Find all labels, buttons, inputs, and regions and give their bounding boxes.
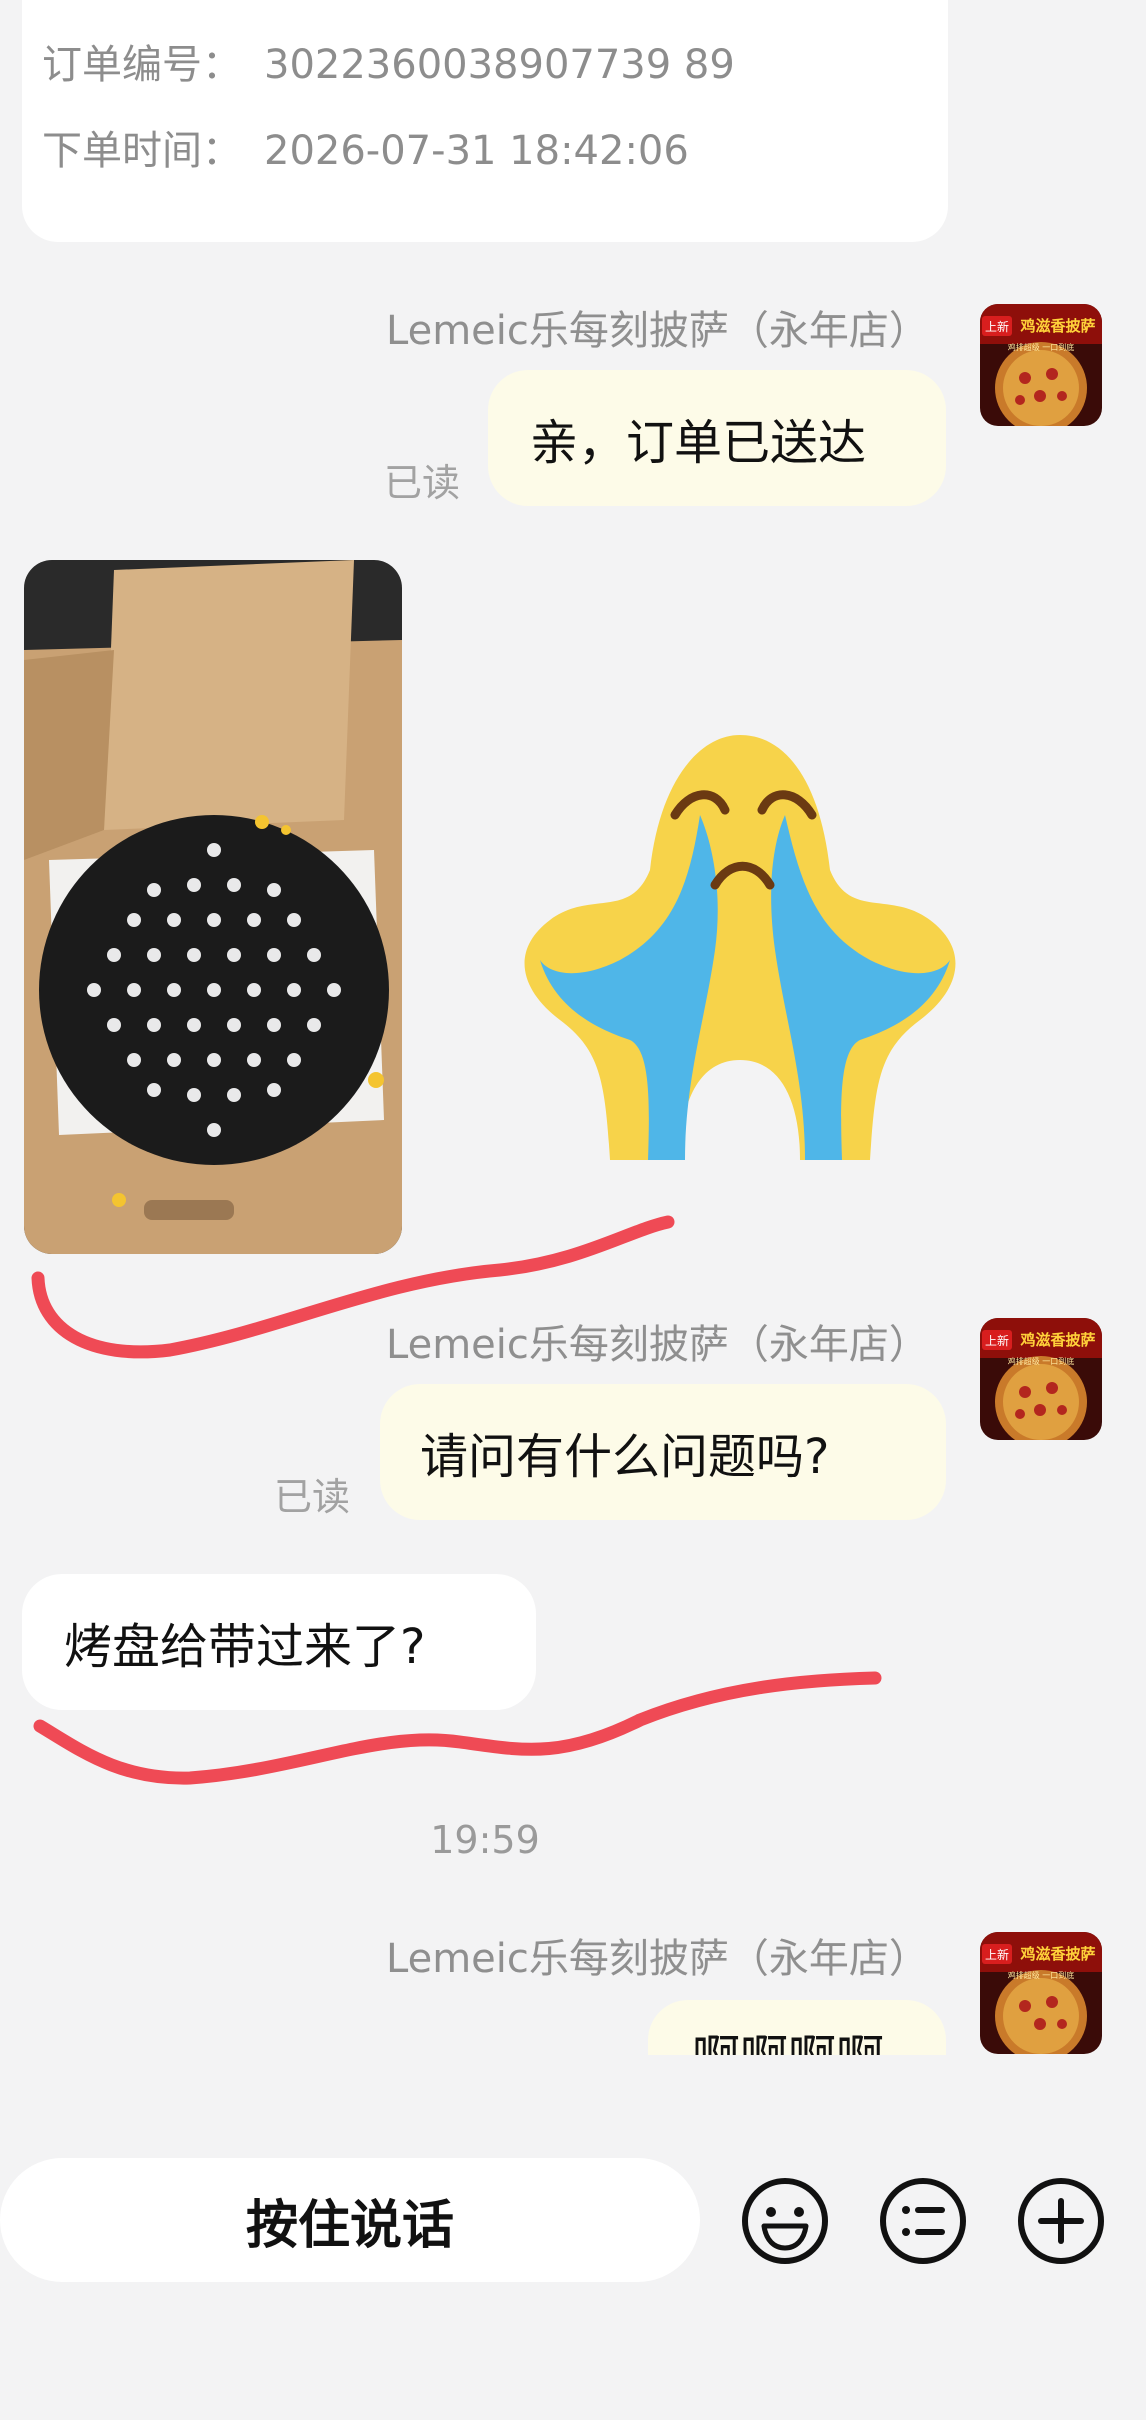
svg-text:鸡排超级 一口到底: 鸡排超级 一口到底 [1008, 1970, 1075, 1980]
time-divider: 19:59 [430, 1818, 540, 1862]
svg-text:鸡排超级 一口到底: 鸡排超级 一口到底 [1008, 1356, 1075, 1366]
message-text: 请问有什么问题吗? [420, 1429, 830, 1485]
message-bubble-outgoing[interactable]: 亲，订单已送达 [488, 370, 946, 506]
pizza-avatar-image: 上新 鸡滋香披萨 鸡排超级 一口到底 [980, 1932, 1102, 2054]
pizza-avatar-image: 上新 鸡滋香披萨 鸡排超级 一口到底 [980, 304, 1102, 426]
read-receipt: 已读 [384, 461, 461, 505]
crying-face-sticker-image [524, 735, 956, 1160]
message-text: 亲，订单已送达 [530, 415, 867, 471]
svg-text:上新: 上新 [985, 1333, 1009, 1348]
order-number-value: 3022360038907739 89 [264, 42, 735, 88]
message-text: 啊啊啊啊 [692, 2018, 884, 2055]
sender-name: Lemeic乐每刻披萨（永年店） [386, 1936, 929, 1982]
order-time-row: 下单时间： 2026-07-31 18:42:06 [42, 118, 689, 176]
message-bubble-outgoing[interactable]: 请问有什么问题吗? [380, 1384, 946, 1520]
message-partial: Lemeic乐每刻披萨（永年店） 上新 鸡滋香披萨 鸡排超级 一口到底 啊啊啊啊 [0, 1900, 1146, 2055]
store-avatar[interactable]: 上新 鸡滋香披萨 鸡排超级 一口到底 [980, 1318, 1102, 1440]
order-time-value: 2026-07-31 18:42:06 [264, 128, 689, 174]
svg-text:鸡滋香披萨: 鸡滋香披萨 [1019, 1945, 1095, 1963]
quick-reply-icon[interactable] [878, 2176, 968, 2266]
crying-sticker[interactable] [500, 720, 990, 1170]
svg-text:上新: 上新 [985, 319, 1009, 334]
pizza-avatar-image: 上新 鸡滋香披萨 鸡排超级 一口到底 [980, 1318, 1102, 1440]
svg-text:上新: 上新 [985, 1947, 1009, 1962]
red-scribble-underline [33, 1671, 882, 1785]
sender-name: Lemeic乐每刻披萨（永年店） [386, 1322, 929, 1368]
sender-name: Lemeic乐每刻披萨（永年店） [386, 308, 929, 354]
read-receipt: 已读 [274, 1475, 351, 1519]
order-time-label: 下单时间： [42, 128, 242, 174]
customer-photo[interactable] [24, 560, 402, 1254]
emoji-icon[interactable] [740, 2176, 830, 2266]
message-bubble-outgoing[interactable]: 啊啊啊啊 [648, 2000, 946, 2055]
svg-text:鸡滋香披萨: 鸡滋香披萨 [1019, 317, 1095, 335]
store-avatar[interactable]: 上新 鸡滋香披萨 鸡排超级 一口到底 [980, 304, 1102, 426]
plus-icon[interactable] [1016, 2176, 1106, 2266]
pizza-box-baking-tray-image [24, 560, 402, 1254]
hold-to-talk-button[interactable]: 按住说话 [0, 2158, 700, 2282]
order-number-label: 订单编号： [42, 42, 242, 88]
svg-text:鸡滋香披萨: 鸡滋香披萨 [1019, 1331, 1095, 1349]
order-number-row: 订单编号： 3022360038907739 89 [42, 32, 735, 90]
store-avatar[interactable]: 上新 鸡滋香披萨 鸡排超级 一口到底 [980, 1932, 1102, 2054]
svg-text:鸡排超级 一口到底: 鸡排超级 一口到底 [1008, 342, 1075, 352]
